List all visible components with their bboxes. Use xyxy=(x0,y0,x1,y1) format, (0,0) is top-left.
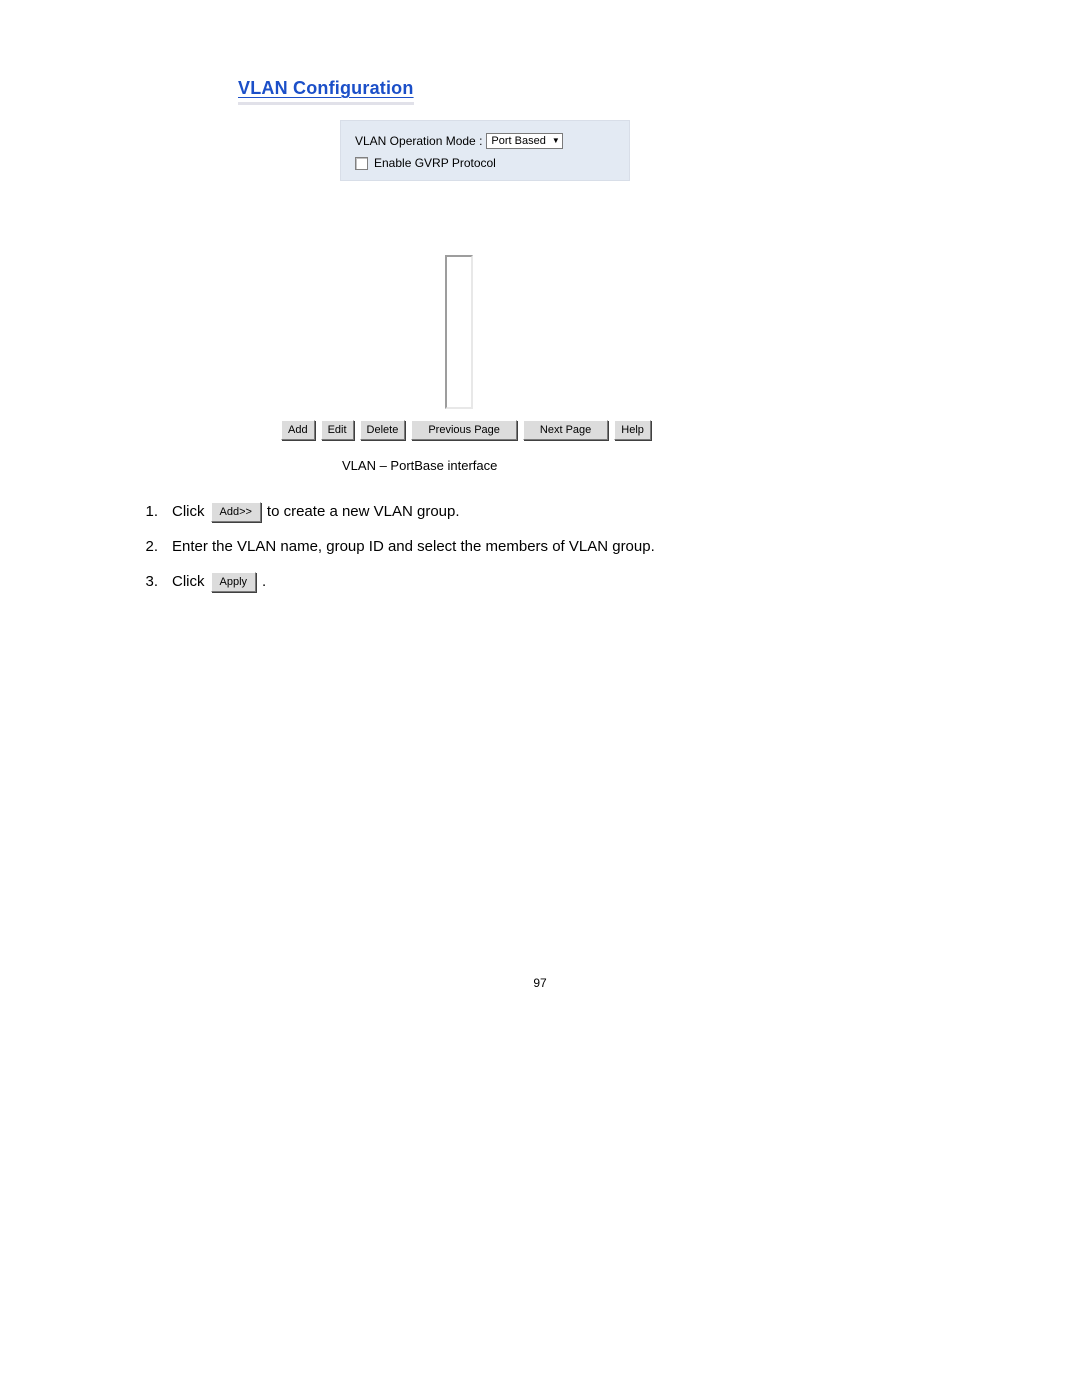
mode-select[interactable]: Port Based xyxy=(486,133,562,149)
step-1-number: 1. xyxy=(136,501,158,523)
step-3-text-b: . xyxy=(262,571,266,593)
button-row: Add Edit Delete Previous Page Next Page … xyxy=(281,420,651,440)
step-3-number: 3. xyxy=(136,571,158,593)
document-page: VLAN Configuration VLAN Operation Mode :… xyxy=(0,0,1080,1397)
step-1-text-b: to create a new VLAN group. xyxy=(267,501,460,523)
page-number: 97 xyxy=(0,976,1080,990)
instruction-steps: 1. Click Add>> to create a new VLAN grou… xyxy=(136,501,856,606)
step-2-number: 2. xyxy=(136,536,158,558)
apply-inline-button[interactable]: Apply xyxy=(211,572,257,592)
add-button[interactable]: Add xyxy=(281,420,315,440)
step-1-text-a: Click xyxy=(172,501,205,523)
gvrp-label: Enable GVRP Protocol xyxy=(374,156,496,170)
page-title: VLAN Configuration xyxy=(238,78,414,105)
step-2-text: Enter the VLAN name, group ID and select… xyxy=(172,536,655,558)
mode-select-wrap[interactable]: Port Based xyxy=(486,133,562,148)
mode-row: VLAN Operation Mode : Port Based xyxy=(355,133,617,148)
mode-label: VLAN Operation Mode : xyxy=(355,134,482,148)
step-3: 3. Click Apply . xyxy=(136,571,856,593)
step-2: 2. Enter the VLAN name, group ID and sel… xyxy=(136,536,856,558)
edit-button[interactable]: Edit xyxy=(321,420,354,440)
gvrp-checkbox[interactable] xyxy=(355,157,368,170)
help-button[interactable]: Help xyxy=(614,420,651,440)
gvrp-row: Enable GVRP Protocol xyxy=(355,156,617,170)
step-3-text-a: Click xyxy=(172,571,205,593)
vlan-listbox[interactable] xyxy=(445,255,473,409)
heading-wrap: VLAN Configuration xyxy=(238,78,458,105)
vlan-mode-panel: VLAN Operation Mode : Port Based Enable … xyxy=(340,120,630,181)
step-1: 1. Click Add>> to create a new VLAN grou… xyxy=(136,501,856,523)
previous-page-button[interactable]: Previous Page xyxy=(411,420,517,440)
figure-caption: VLAN – PortBase interface xyxy=(342,458,497,473)
delete-button[interactable]: Delete xyxy=(360,420,406,440)
next-page-button[interactable]: Next Page xyxy=(523,420,608,440)
add-inline-button[interactable]: Add>> xyxy=(211,502,261,522)
